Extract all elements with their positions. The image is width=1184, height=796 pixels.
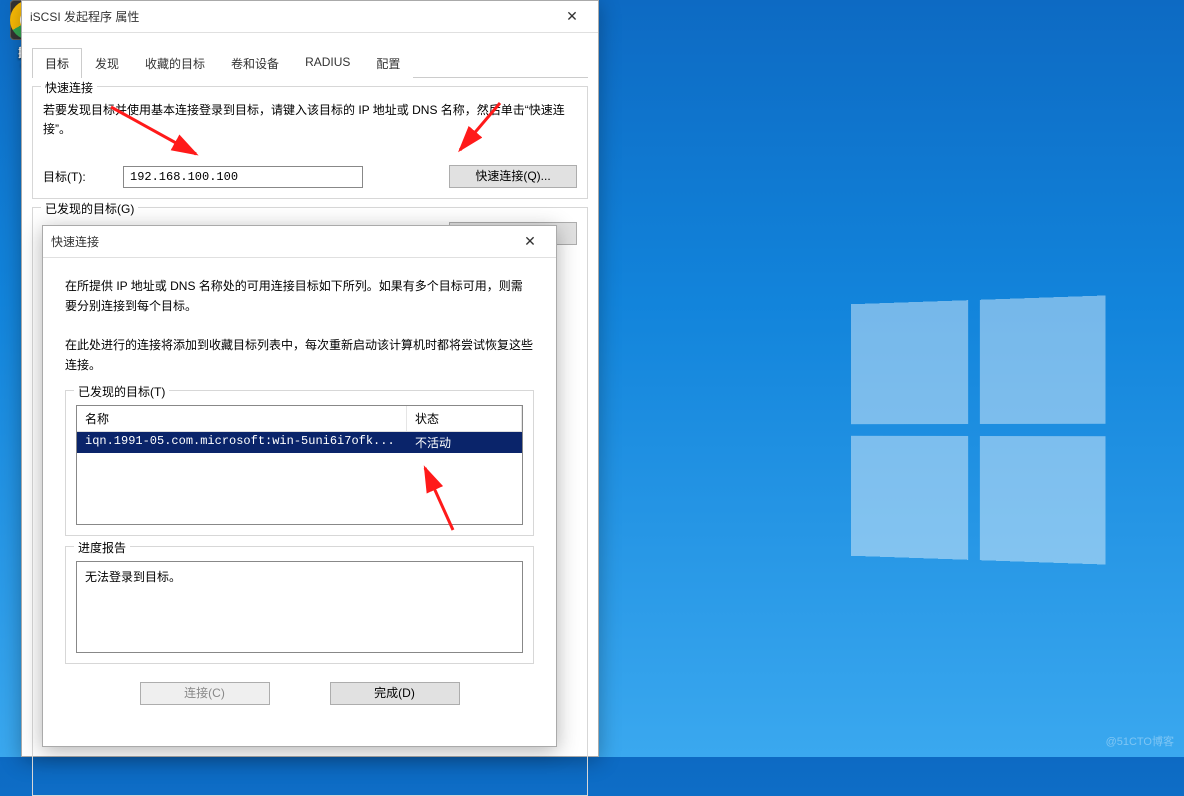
quick-group-progress-legend: 进度报告 (74, 539, 130, 556)
col-state-header[interactable]: 状态 (407, 406, 522, 431)
group-quick-connect: 快速连接 若要发现目标并使用基本连接登录到目标，请键入该目标的 IP 地址或 D… (32, 86, 588, 199)
quick-connect-help-text: 若要发现目标并使用基本连接登录到目标，请键入该目标的 IP 地址或 DNS 名称… (43, 101, 577, 139)
tab-targets[interactable]: 目标 (32, 48, 82, 78)
quick-dialog-help1: 在所提供 IP 地址或 DNS 名称处的可用连接目标如下所列。如果有多个目标可用… (65, 276, 534, 317)
tab-discovery[interactable]: 发现 (82, 48, 132, 78)
close-button[interactable]: ✕ (554, 3, 590, 31)
table-row[interactable]: iqn.1991-05.com.microsoft:win-5uni6i7ofk… (77, 432, 522, 453)
quick-dialog-help2: 在此处进行的连接将添加到收藏目标列表中，每次重新启动该计算机时都将尝试恢复这些连… (65, 335, 534, 376)
windows-logo-wallpaper (851, 295, 1106, 564)
group-discovered-legend: 已发现的目标(G) (41, 200, 138, 217)
row-state: 不活动 (407, 432, 522, 453)
tab-volumes[interactable]: 卷和设备 (218, 48, 292, 78)
quick-connect-button[interactable]: 快速连接(Q)... (449, 165, 577, 188)
done-button[interactable]: 完成(D) (330, 682, 460, 705)
quick-dialog-close-button[interactable]: ✕ (512, 228, 548, 256)
tab-favorite[interactable]: 收藏的目标 (132, 48, 218, 78)
quick-group-discovered-legend: 已发现的目标(T) (74, 383, 169, 400)
list-header: 名称 状态 (77, 406, 522, 432)
quick-dialog-titlebar[interactable]: 快速连接 ✕ (43, 226, 556, 258)
quick-group-discovered: 已发现的目标(T) 名称 状态 iqn.1991-05.com.microsof… (65, 390, 534, 536)
row-name: iqn.1991-05.com.microsoft:win-5uni6i7ofk… (77, 432, 407, 453)
quick-dialog-title: 快速连接 (51, 233, 512, 250)
connect-button: 连接(C) (140, 682, 270, 705)
quick-connect-dialog: 快速连接 ✕ 在所提供 IP 地址或 DNS 名称处的可用连接目标如下所列。如果… (42, 225, 557, 747)
quick-group-progress: 进度报告 无法登录到目标。 (65, 546, 534, 664)
progress-report-text: 无法登录到目标。 (76, 561, 523, 653)
tab-radius[interactable]: RADIUS (292, 48, 363, 78)
tab-strip: 目标 发现 收藏的目标 卷和设备 RADIUS 配置 (32, 47, 588, 78)
watermark: @51CTO博客 (1106, 733, 1174, 749)
target-input[interactable] (123, 166, 363, 188)
window-title: iSCSI 发起程序 属性 (30, 8, 554, 25)
target-label: 目标(T): (43, 168, 113, 185)
group-quick-connect-legend: 快速连接 (41, 79, 97, 96)
titlebar[interactable]: iSCSI 发起程序 属性 ✕ (22, 1, 598, 33)
col-name-header[interactable]: 名称 (77, 406, 407, 431)
tab-config[interactable]: 配置 (363, 48, 413, 78)
discovered-targets-list[interactable]: 名称 状态 iqn.1991-05.com.microsoft:win-5uni… (76, 405, 523, 525)
